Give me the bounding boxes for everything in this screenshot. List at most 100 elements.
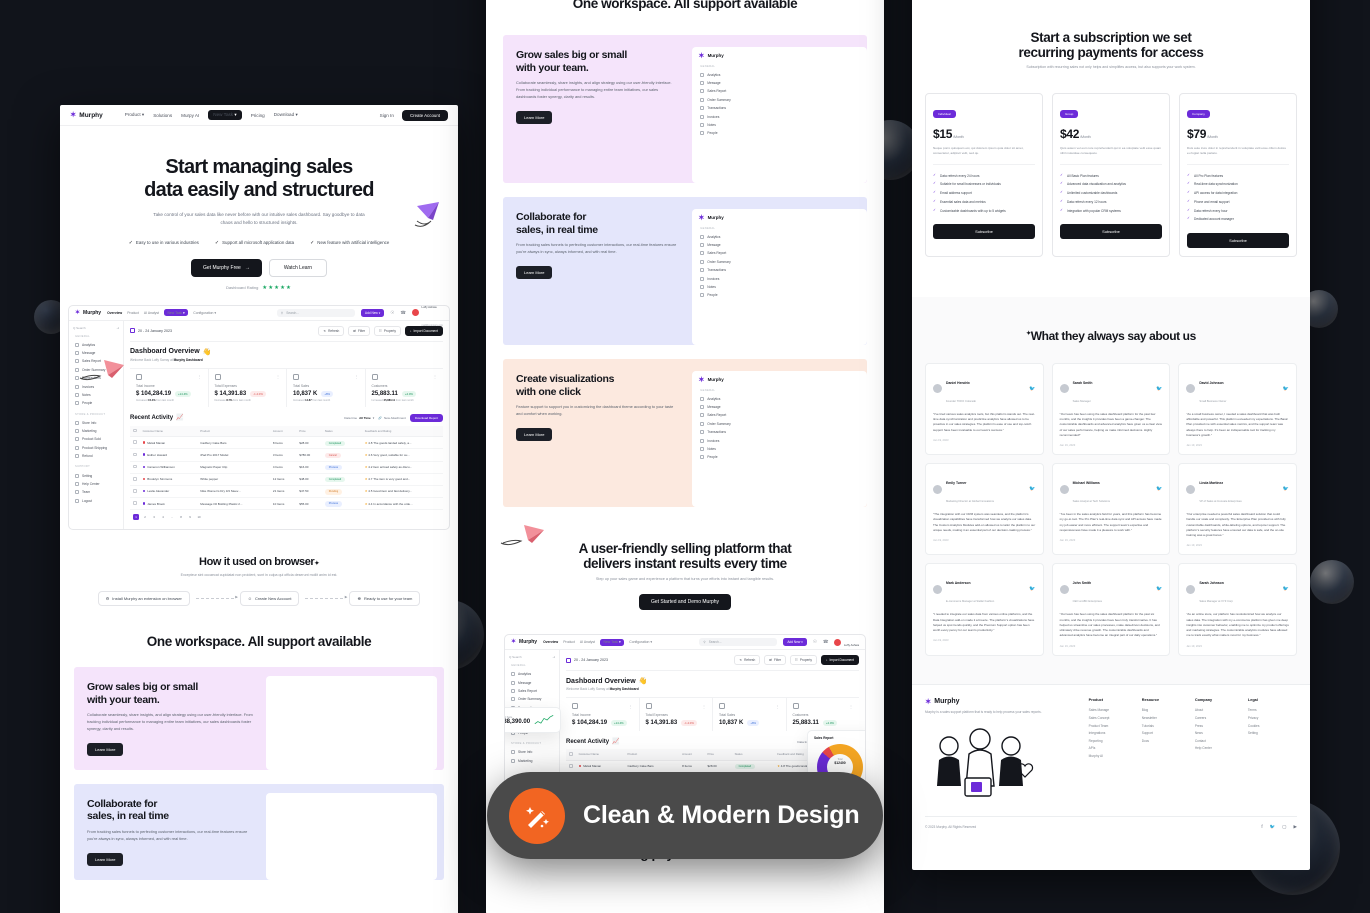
sidebar-item-order-summary[interactable]: Order Summary <box>509 695 555 703</box>
footer-link[interactable]: Help Center <box>1195 745 1244 753</box>
col-product[interactable]: Product <box>624 749 680 761</box>
select-all-checkbox[interactable] <box>569 752 573 756</box>
avatar[interactable]: Luffy Ashwa <box>834 635 859 651</box>
dash-nav-new-task[interactable]: New Task ▾ <box>163 309 189 317</box>
signin-link[interactable]: Sign In <box>380 113 394 118</box>
footer-link[interactable]: About <box>1195 707 1244 715</box>
footer-link[interactable]: Docs <box>1142 737 1191 745</box>
more-icon[interactable]: ⋮ <box>433 374 437 379</box>
sidebar-item-order-summary[interactable]: Order Summary <box>73 366 119 374</box>
collapse-icon[interactable]: ⇥ <box>552 655 555 659</box>
more-icon[interactable]: ⋮ <box>629 704 633 709</box>
search-input[interactable]: ⚲ Search... <box>276 308 355 317</box>
mock-item[interactable]: Analytics <box>698 71 861 79</box>
filter-button[interactable]: ⇄ Filter <box>348 325 371 336</box>
footer-link[interactable]: Cookies <box>1248 722 1297 730</box>
more-icon[interactable]: ⋮ <box>198 374 202 379</box>
col-costumer-name[interactable]: Costumer Name <box>575 749 625 761</box>
table-row[interactable]: Esther HowardiPad Pro 2017 Model3 Items$… <box>130 448 443 462</box>
footer-link[interactable]: Newsletter <box>1142 714 1191 722</box>
mock-item[interactable]: People <box>698 129 861 137</box>
footer-logo[interactable]: ✶ Murphy <box>925 698 1089 706</box>
footer-link[interactable]: Privacy <box>1248 714 1297 722</box>
row-checkbox[interactable] <box>133 501 137 505</box>
sidebar-item-marketing[interactable]: Marketing <box>509 756 555 764</box>
row-checkbox[interactable] <box>133 452 137 457</box>
sidebar-item-message[interactable]: Message <box>509 678 555 686</box>
subscribe-button[interactable]: Subscribe <box>1060 224 1162 240</box>
time-filter-select[interactable]: Data time All Time ▾ <box>344 416 374 420</box>
footer-link[interactable]: Blog <box>1142 707 1191 715</box>
more-icon[interactable]: ⋮ <box>355 374 359 379</box>
mock-item[interactable]: Invoices <box>698 274 861 282</box>
table-row[interactable]: Brooklyn Simmons White pepper 12 Items $48.… <box>130 473 443 486</box>
dash-nav-product[interactable]: Product <box>563 640 575 644</box>
learn-more-button[interactable]: Learn More <box>516 110 553 124</box>
twitter-icon[interactable]: 🐦 <box>1029 386 1035 392</box>
mock-item[interactable]: Sales Report <box>698 87 861 95</box>
sidebar-search[interactable]: Q Search ⇥ <box>509 655 555 659</box>
table-row[interactable]: Cameron Williamson Magnetic Paper Clip 4 I… <box>130 461 443 474</box>
learn-more-button[interactable]: Learn More <box>516 265 553 279</box>
sidebar-item-analytics[interactable]: Analytics <box>73 341 119 349</box>
footer-link[interactable]: Integrations <box>1089 729 1138 737</box>
dash-nav-configuration[interactable]: Configuration ▾ <box>629 640 652 644</box>
twitter-icon[interactable]: 🐦 <box>1283 386 1289 392</box>
page-9[interactable]: 9 <box>187 514 193 520</box>
import-document-button[interactable]: ↓ Import Document <box>820 655 859 666</box>
mock-item[interactable]: Invoices <box>698 436 861 444</box>
footer-link[interactable]: Product Team <box>1089 722 1138 730</box>
col-price[interactable]: Price <box>704 749 732 761</box>
twitter-icon[interactable]: 🐦 <box>1029 586 1035 592</box>
sidebar-item-analytics[interactable]: Analytics <box>509 670 555 678</box>
sidebar-item-product-sold[interactable]: Product Sold <box>73 435 119 443</box>
footer-link[interactable]: APIs <box>1089 745 1138 753</box>
mock-item[interactable]: Message <box>698 403 861 411</box>
new-attachment-button[interactable]: 🔗New Attachment <box>378 416 406 420</box>
step-create-account[interactable]: ☺ Create New Account <box>239 591 300 606</box>
sidebar-item-refund[interactable]: Refund <box>73 452 119 460</box>
subscribe-button[interactable]: Subscribe <box>1187 232 1289 248</box>
mock-item[interactable]: Order Summary <box>698 258 861 266</box>
property-button[interactable]: ☷ Property <box>374 325 401 336</box>
mock-item[interactable]: Invoices <box>698 112 861 120</box>
date-range-picker[interactable]: 20 - 24 January 2023 <box>130 328 172 334</box>
dashboard-brand[interactable]: ✶ Murphy <box>75 310 101 316</box>
col-product[interactable]: Product <box>197 425 270 438</box>
sidebar-item-store-info[interactable]: Store Info <box>509 748 555 756</box>
row-checkbox[interactable] <box>133 476 137 481</box>
row-checkbox[interactable] <box>133 440 137 445</box>
search-input[interactable]: ⚲ Search... <box>699 638 778 647</box>
mock-item[interactable]: People <box>698 291 861 299</box>
learn-more-button[interactable]: Learn More <box>87 852 124 866</box>
twitter-icon[interactable]: 🐦 <box>1029 486 1035 492</box>
footer-link[interactable]: Careers <box>1195 714 1244 722</box>
phone-icon[interactable]: ☎ <box>823 639 829 645</box>
bell-icon[interactable]: ☉ <box>813 639 817 645</box>
more-icon[interactable]: ⋮ <box>849 704 853 709</box>
sidebar-item-help-center[interactable]: Help Center <box>73 480 119 488</box>
get-started-demo-button[interactable]: Get Started and Demo Murphy <box>638 594 732 611</box>
twitter-icon[interactable]: 🐦 <box>1283 486 1289 492</box>
import-document-button[interactable]: ↓ Import Document <box>404 325 443 336</box>
property-button[interactable]: ☷ Property <box>790 655 817 666</box>
bell-icon[interactable]: ☉ <box>390 310 394 316</box>
filter-button[interactable]: ⇄ Filter <box>764 655 787 666</box>
select-all-checkbox[interactable] <box>133 428 137 433</box>
twitter-icon[interactable]: 🐦 <box>1156 386 1162 392</box>
mock-item[interactable]: Analytics <box>698 395 861 403</box>
sidebar-item-sales-report[interactable]: Sales Report <box>509 687 555 695</box>
mock-item[interactable]: Sales Report <box>698 411 861 419</box>
sidebar-item-team[interactable]: Team <box>73 488 119 496</box>
dash-nav-ai-analyst[interactable]: AI Analyst <box>144 311 159 315</box>
footer-link[interactable]: Sales Manage <box>1089 707 1138 715</box>
more-icon[interactable]: ⋮ <box>702 704 706 709</box>
footer-link[interactable]: Terms <box>1248 707 1297 715</box>
footer-link[interactable]: Contact <box>1195 737 1244 745</box>
footer-link[interactable]: Tutorials <box>1142 722 1191 730</box>
create-account-button[interactable]: Create Account <box>401 109 448 121</box>
date-range-picker[interactable]: 20 - 24 January 2023 <box>566 657 608 663</box>
nav-item-product[interactable]: Product ▾ <box>125 112 144 118</box>
dashboard-brand[interactable]: ✶ Murphy <box>511 639 537 645</box>
dash-nav-overview[interactable]: Overview <box>107 311 122 315</box>
